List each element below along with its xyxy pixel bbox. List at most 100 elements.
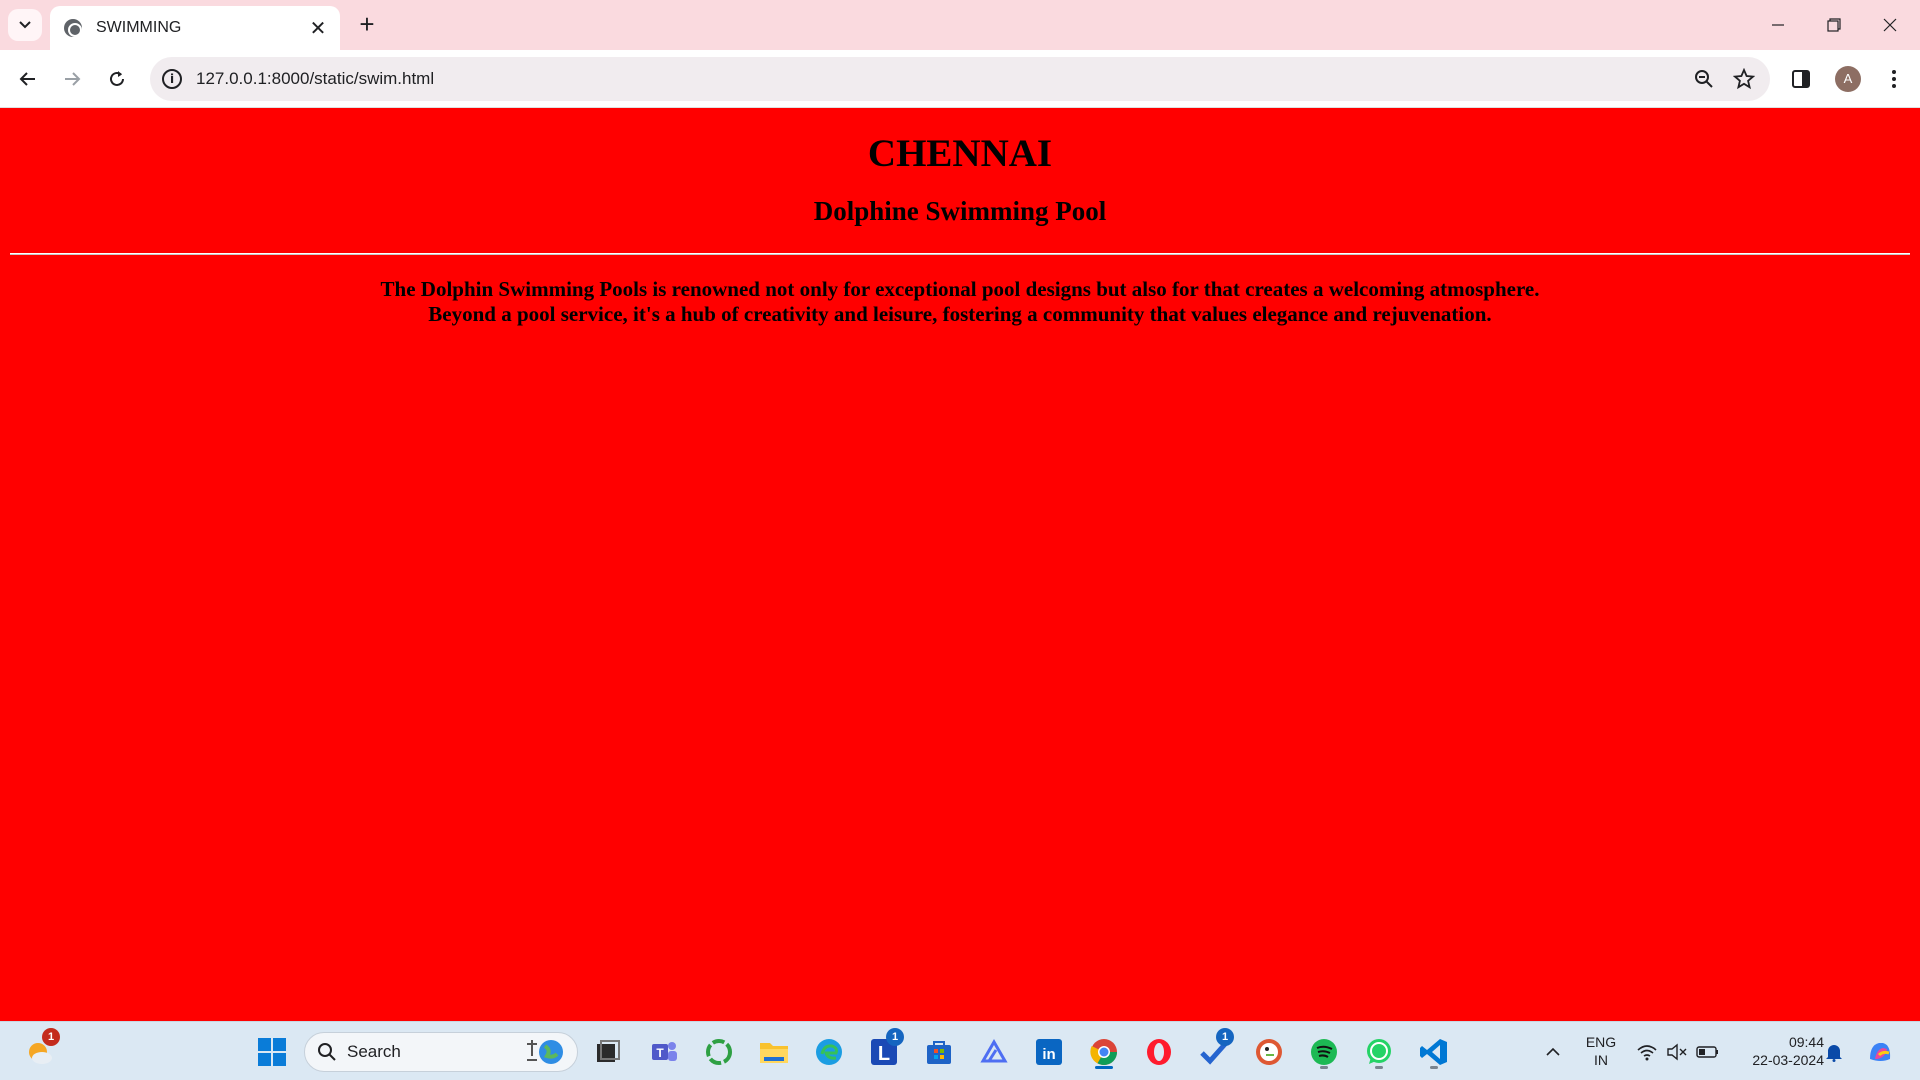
lens-badge: 1 [886,1028,904,1046]
region-code: IN [1594,1052,1608,1068]
svg-text:L: L [878,1043,890,1065]
side-panel-icon [1792,70,1810,88]
minimize-icon [1772,24,1784,26]
lens-button[interactable]: L 1 [864,1028,904,1072]
arc-button[interactable] [974,1032,1014,1072]
chrome-icon [1090,1039,1118,1066]
forward-button[interactable] [56,63,88,95]
horizontal-rule [10,253,1910,255]
opera-button[interactable] [1139,1032,1179,1072]
clock-time: 09:44 [1788,1034,1824,1050]
arrow-left-icon [19,72,35,86]
weather-widget[interactable]: 1 [20,1028,60,1072]
page-content: CHENNAI Dolphine Swimming Pool The Dolph… [0,109,1920,1021]
quick-settings-button[interactable] [1628,1032,1728,1072]
cycle-app-button[interactable] [699,1032,739,1072]
teams-icon: T [652,1042,677,1061]
store-icon [927,1041,951,1064]
minimize-button[interactable] [1750,0,1806,50]
chrome-active-indicator [1095,1066,1113,1069]
taskbar: 1 Search T L 1 in 1 ENG IN 09:44 22-03-2… [0,1021,1920,1080]
start-button[interactable] [252,1032,292,1072]
todo-badge: 1 [1216,1028,1234,1046]
chevron-up-icon [1546,1047,1560,1056]
duckduckgo-icon [1256,1039,1282,1065]
description-paragraph: The Dolphin Swimming Pools is renowned n… [0,277,1920,327]
linkedin-icon: in [1036,1039,1062,1065]
edge-icon [816,1039,842,1065]
clock[interactable]: 09:44 22-03-2024 [1730,1033,1824,1069]
browser-toolbar: i 127.0.0.1:8000/static/swim.html A [0,50,1920,108]
duckduckgo-button[interactable] [1249,1032,1289,1072]
arc-icon [980,1039,1008,1063]
copilot-icon [1870,1043,1891,1061]
notifications-button[interactable] [1816,1032,1852,1072]
page-subtitle: Dolphine Swimming Pool [813,196,1107,226]
close-window-button[interactable] [1862,0,1918,50]
todo-button[interactable]: 1 [1194,1028,1234,1072]
start-icon [258,1038,286,1066]
file-explorer-icon [760,1043,788,1063]
spotify-icon [1311,1039,1337,1065]
tab-swimming[interactable]: SWIMMING ✕ [50,6,340,50]
opera-icon [1147,1039,1171,1065]
whatsapp-icon [1367,1039,1391,1064]
reload-button[interactable] [101,63,133,95]
vscode-icon [1420,1039,1447,1065]
linkedin-button[interactable]: in [1029,1032,1069,1072]
task-view-icon [597,1040,620,1062]
reload-icon [110,71,124,86]
teams-button[interactable]: T [644,1032,684,1072]
site-info-icon[interactable]: i [162,69,182,89]
vscode-running-indicator [1430,1066,1438,1069]
vscode-button[interactable] [1414,1032,1454,1072]
address-bar[interactable]: i 127.0.0.1:8000/static/swim.html [150,57,1770,101]
clock-date: 22-03-2024 [1752,1052,1824,1068]
file-explorer-button[interactable] [754,1032,794,1072]
svg-text:T: T [656,1046,664,1060]
menu-button[interactable] [1878,63,1910,95]
chrome-button[interactable] [1084,1032,1124,1072]
close-tab-icon[interactable]: ✕ [308,16,328,41]
bell-icon [1826,1045,1842,1062]
language-code: ENG [1585,1034,1617,1050]
profile-button[interactable]: A [1832,63,1864,95]
zoom-icon[interactable] [1684,59,1724,99]
bookmark-star-icon[interactable] [1724,59,1764,99]
weather-badge: 1 [42,1028,60,1046]
close-icon [1883,18,1897,32]
chevron-down-icon [19,21,31,29]
globe-icon [64,19,82,37]
task-view-button[interactable] [588,1032,628,1072]
store-button[interactable] [919,1032,959,1072]
search-highlight-globe-icon [527,1040,563,1064]
tab-search-button[interactable] [8,9,42,41]
restore-button[interactable] [1806,0,1862,50]
avatar: A [1835,66,1861,92]
back-button[interactable] [12,63,44,95]
page-title: CHENNAI [867,132,1053,175]
svg-text:in: in [1042,1046,1055,1063]
edge-button[interactable] [809,1032,849,1072]
tab-title: SWIMMING [96,19,182,36]
description-line-1: The Dolphin Swimming Pools is renowned n… [380,277,1540,301]
wifi-icon [1637,1045,1657,1061]
restore-icon [1827,18,1841,32]
spotify-button[interactable] [1304,1032,1344,1072]
tab-strip: SWIMMING ✕ + [0,0,1920,50]
side-panel-button[interactable] [1785,63,1817,95]
arrow-right-icon [65,72,81,86]
battery-icon [1696,1046,1718,1058]
description-line-2: Beyond a pool service, it's a hub of cre… [428,302,1492,326]
taskbar-search-box[interactable]: Search [304,1032,578,1072]
volume-muted-icon [1667,1043,1687,1061]
spotify-running-indicator [1320,1066,1328,1069]
language-indicator[interactable]: ENG IN [1580,1033,1622,1069]
copilot-button[interactable] [1860,1032,1900,1072]
cycle-app-icon [706,1039,732,1065]
show-hidden-icons-button[interactable] [1533,1032,1573,1072]
whatsapp-button[interactable] [1359,1032,1399,1072]
new-tab-button[interactable]: + [352,10,382,40]
whatsapp-running-indicator [1375,1066,1383,1069]
url-text[interactable]: 127.0.0.1:8000/static/swim.html [196,69,1684,89]
